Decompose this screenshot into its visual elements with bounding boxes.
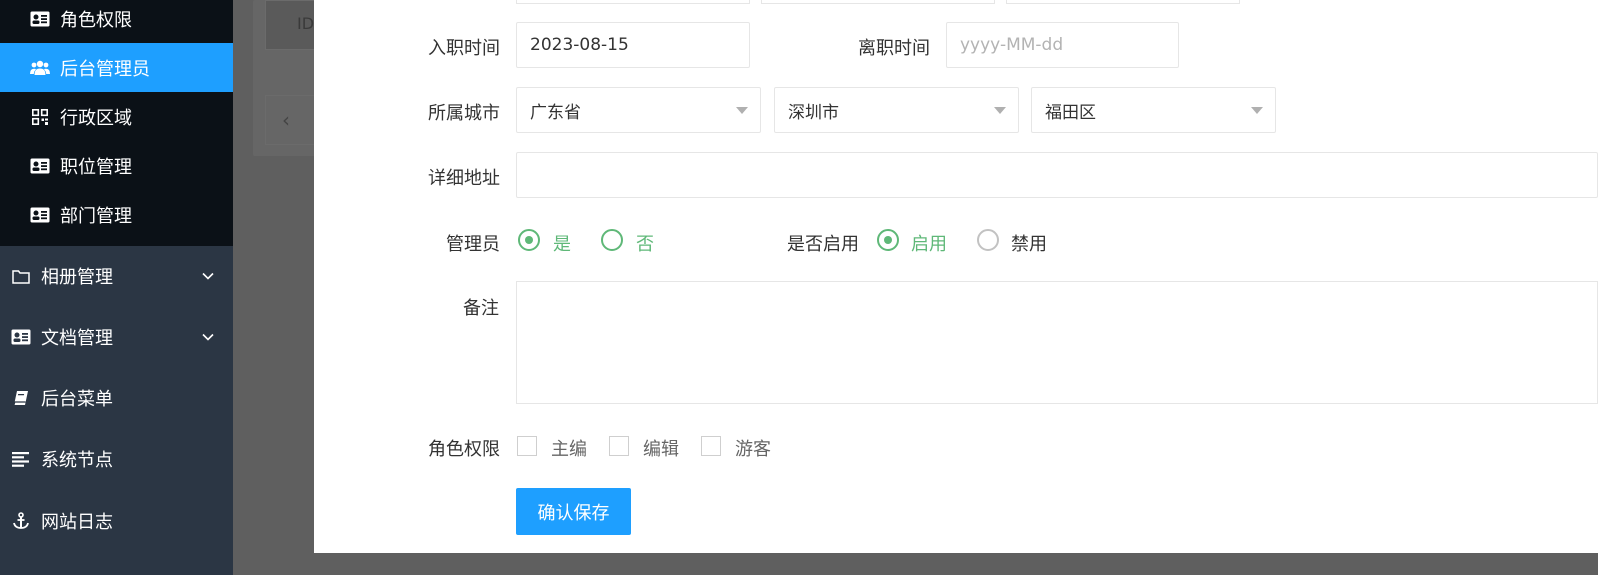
sidebar-item-documents[interactable]: 文档管理 (0, 307, 233, 367)
sidebar-item-system-nodes[interactable]: 系统节点 (0, 429, 233, 489)
admin-no-radio[interactable] (601, 229, 623, 251)
prev-row-field (761, 0, 995, 4)
id-card-icon (30, 156, 50, 176)
prev-row-field (1006, 0, 1240, 4)
hire-date-label: 入职时间 (428, 38, 500, 59)
sidebar-item-label: 相册管理 (41, 267, 113, 288)
leave-date-label: 离职时间 (858, 38, 930, 59)
sidebar-item-label: 后台管理员 (60, 58, 150, 80)
roles-label: 角色权限 (428, 439, 500, 460)
align-left-icon (11, 449, 31, 469)
sidebar-item-label: 行政区域 (60, 107, 132, 129)
sidebar-item-label: 职位管理 (60, 156, 132, 178)
address-label: 详细地址 (428, 168, 500, 189)
sidebar-item-label: 部门管理 (60, 205, 132, 227)
hire-date-input[interactable]: 2023-08-15 (516, 22, 750, 68)
admin-yes-radio[interactable] (518, 229, 540, 251)
caret-down-icon (736, 107, 748, 114)
id-card-icon (30, 205, 50, 225)
enabled-on-radio[interactable] (877, 229, 899, 251)
enabled-off-label[interactable]: 禁用 (1011, 230, 1047, 256)
chevron-down-icon (202, 272, 214, 280)
id-card-icon (30, 9, 50, 29)
sidebar-item-regions[interactable]: 行政区域 (0, 92, 233, 141)
leave-date-input[interactable]: yyyy-MM-dd (946, 22, 1179, 68)
users-icon (30, 58, 50, 78)
city-select-value: 深圳市 (788, 102, 839, 123)
save-button[interactable]: 确认保存 (516, 488, 631, 535)
role-editor-label[interactable]: 编辑 (643, 435, 679, 461)
remark-label: 备注 (463, 298, 499, 319)
anchor-icon (11, 511, 31, 531)
sidebar-item-label: 文档管理 (41, 328, 113, 349)
admin-label: 管理员 (446, 234, 500, 255)
id-card-icon (11, 327, 31, 347)
sidebar-item-backend-menu[interactable]: 后台菜单 (0, 368, 233, 428)
remark-textarea[interactable] (516, 281, 1598, 404)
district-select[interactable]: 福田区 (1031, 87, 1276, 133)
admin-no-label[interactable]: 否 (636, 230, 654, 256)
province-select-value: 广东省 (530, 102, 581, 123)
role-editor-in-chief-label[interactable]: 主编 (551, 435, 587, 461)
sidebar-item-albums[interactable]: 相册管理 (0, 246, 233, 306)
edit-admin-modal (314, 0, 1598, 553)
sidebar-item-site-logs[interactable]: 网站日志 (0, 491, 233, 551)
role-guest-label[interactable]: 游客 (735, 435, 771, 461)
role-editor-checkbox[interactable] (609, 436, 629, 456)
background-table-id-header: ID (297, 14, 315, 33)
city-select[interactable]: 深圳市 (774, 87, 1019, 133)
enabled-label: 是否启用 (787, 234, 859, 255)
enabled-off-radio[interactable] (977, 229, 999, 251)
address-input[interactable] (516, 152, 1598, 198)
sidebar-submenu: 角色权限 后台管理员 行政区域 职位管理 部门管理 (0, 0, 233, 246)
chevron-down-icon (202, 333, 214, 341)
sidebar-item-positions[interactable]: 职位管理 (0, 141, 233, 190)
sidebar-item-label: 网站日志 (41, 512, 113, 533)
role-editor-in-chief-checkbox[interactable] (517, 436, 537, 456)
sidebar-item-departments[interactable]: 部门管理 (0, 190, 233, 239)
qrcode-icon (30, 107, 50, 127)
admin-yes-label[interactable]: 是 (553, 230, 571, 256)
sidebar-item-label: 系统节点 (41, 450, 113, 471)
sidebar-item-admins[interactable]: 后台管理员 (0, 43, 233, 92)
sidebar-item-role-permissions[interactable]: 角色权限 (0, 0, 233, 43)
chevron-left-icon: ‹ (282, 108, 290, 132)
district-select-value: 福田区 (1045, 102, 1096, 123)
caret-down-icon (1251, 107, 1263, 114)
folder-icon (11, 266, 31, 286)
prev-row-field (516, 0, 750, 4)
province-select[interactable]: 广东省 (516, 87, 761, 133)
sidebar: 角色权限 后台管理员 行政区域 职位管理 部门管理 相册管理 文档管理 后台菜单… (0, 0, 233, 575)
enabled-on-label[interactable]: 启用 (911, 230, 947, 256)
book-icon (11, 388, 31, 408)
sidebar-item-label: 后台菜单 (41, 389, 113, 410)
role-guest-checkbox[interactable] (701, 436, 721, 456)
caret-down-icon (994, 107, 1006, 114)
sidebar-item-label: 角色权限 (60, 9, 132, 31)
city-label: 所属城市 (428, 103, 500, 124)
